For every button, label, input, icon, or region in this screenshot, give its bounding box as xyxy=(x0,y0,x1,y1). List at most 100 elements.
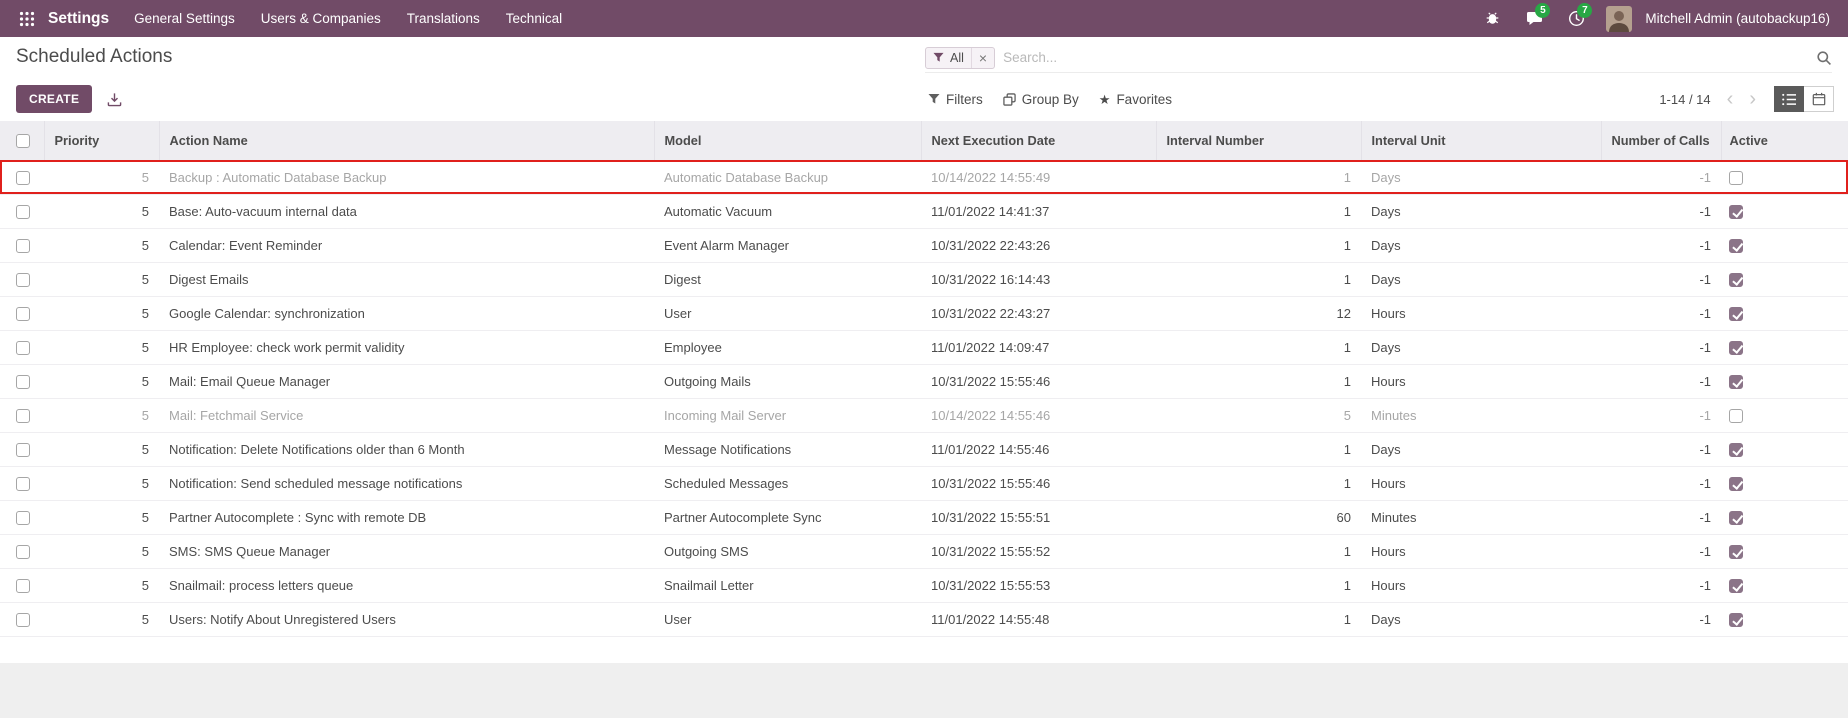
cell-action-name: Notification: Delete Notifications older… xyxy=(159,432,654,466)
pager-counter[interactable]: 1-14 / 14 xyxy=(1659,92,1710,107)
nav-menu-item-technical[interactable]: Technical xyxy=(493,0,575,37)
table-row[interactable]: 5 Snailmail: process letters queue Snail… xyxy=(0,568,1848,602)
table-row[interactable]: 5 Notification: Send scheduled message n… xyxy=(0,466,1848,500)
cell-next-execution-date: 11/01/2022 14:55:46 xyxy=(921,432,1156,466)
select-all-checkbox[interactable] xyxy=(16,134,30,148)
user-menu[interactable]: Mitchell Admin (autobackup16) xyxy=(1638,11,1834,26)
cell-model: Incoming Mail Server xyxy=(654,398,921,432)
row-select-checkbox[interactable] xyxy=(16,579,30,593)
pager-next-icon[interactable]: › xyxy=(1741,88,1764,110)
row-select-checkbox[interactable] xyxy=(16,443,30,457)
cell-number-of-calls: -1 xyxy=(1601,228,1721,262)
user-avatar[interactable] xyxy=(1606,6,1632,32)
active-checkbox xyxy=(1729,341,1743,355)
row-select-checkbox[interactable] xyxy=(16,341,30,355)
list-body: 5 Backup : Automatic Database Backup Aut… xyxy=(0,160,1848,636)
nav-menu-item-translations[interactable]: Translations xyxy=(394,0,493,37)
row-select-checkbox[interactable] xyxy=(16,273,30,287)
cell-model: Message Notifications xyxy=(654,432,921,466)
cell-select xyxy=(0,500,44,534)
table-row[interactable]: 5 Google Calendar: synchronization User … xyxy=(0,296,1848,330)
row-select-checkbox[interactable] xyxy=(16,205,30,219)
export-download-icon[interactable] xyxy=(107,92,122,107)
cell-active xyxy=(1721,330,1848,364)
cell-model: Outgoing SMS xyxy=(654,534,921,568)
activities-clock-icon[interactable]: 7 xyxy=(1558,0,1594,37)
cell-number-of-calls: -1 xyxy=(1601,194,1721,228)
messages-icon[interactable]: 5 xyxy=(1516,0,1552,37)
row-select-checkbox[interactable] xyxy=(16,171,30,185)
cell-interval-unit: Days xyxy=(1361,330,1601,364)
cell-interval-number: 1 xyxy=(1156,194,1361,228)
cell-priority: 5 xyxy=(44,228,159,262)
cell-select xyxy=(0,228,44,262)
cell-priority: 5 xyxy=(44,194,159,228)
cell-action-name: SMS: SMS Queue Manager xyxy=(159,534,654,568)
pager-previous-icon[interactable]: ‹ xyxy=(1719,88,1742,110)
row-select-checkbox[interactable] xyxy=(16,375,30,389)
col-header-interval-unit[interactable]: Interval Unit xyxy=(1361,121,1601,160)
col-header-interval-number[interactable]: Interval Number xyxy=(1156,121,1361,160)
row-select-checkbox[interactable] xyxy=(16,477,30,491)
cell-model: Automatic Vacuum xyxy=(654,194,921,228)
cell-interval-number: 1 xyxy=(1156,466,1361,500)
table-row[interactable]: 5 Calendar: Event Reminder Event Alarm M… xyxy=(0,228,1848,262)
cell-number-of-calls: -1 xyxy=(1601,296,1721,330)
app-name[interactable]: Settings xyxy=(42,0,121,37)
cell-model: User xyxy=(654,602,921,636)
cell-active xyxy=(1721,296,1848,330)
group-by-button[interactable]: Group By xyxy=(1003,92,1079,107)
table-row[interactable]: 5 Digest Emails Digest 10/31/2022 16:14:… xyxy=(0,262,1848,296)
row-select-checkbox[interactable] xyxy=(16,613,30,627)
search-icon[interactable] xyxy=(1816,50,1832,66)
cell-interval-unit: Hours xyxy=(1361,466,1601,500)
table-row[interactable]: 5 Notification: Delete Notifications old… xyxy=(0,432,1848,466)
cell-active xyxy=(1721,602,1848,636)
cell-model: Automatic Database Backup xyxy=(654,160,921,194)
cell-model: User xyxy=(654,296,921,330)
cell-priority: 5 xyxy=(44,602,159,636)
table-row[interactable]: 5 SMS: SMS Queue Manager Outgoing SMS 10… xyxy=(0,534,1848,568)
table-row[interactable]: 5 HR Employee: check work permit validit… xyxy=(0,330,1848,364)
calendar-view-button[interactable] xyxy=(1804,86,1834,112)
cell-model: Partner Autocomplete Sync xyxy=(654,500,921,534)
row-select-checkbox[interactable] xyxy=(16,545,30,559)
col-header-priority[interactable]: Priority xyxy=(44,121,159,160)
cell-interval-number: 60 xyxy=(1156,500,1361,534)
table-row[interactable]: 5 Mail: Email Queue Manager Outgoing Mai… xyxy=(0,364,1848,398)
cell-number-of-calls: -1 xyxy=(1601,398,1721,432)
cell-model: Snailmail Letter xyxy=(654,568,921,602)
search-input[interactable] xyxy=(1003,50,1808,65)
cell-model: Event Alarm Manager xyxy=(654,228,921,262)
filters-button[interactable]: Filters xyxy=(928,92,983,107)
table-row[interactable]: 5 Base: Auto-vacuum internal data Automa… xyxy=(0,194,1848,228)
row-select-checkbox[interactable] xyxy=(16,239,30,253)
active-checkbox xyxy=(1729,409,1743,423)
col-header-number-of-calls[interactable]: Number of Calls xyxy=(1601,121,1721,160)
nav-menu-item-users-companies[interactable]: Users & Companies xyxy=(248,0,394,37)
cell-interval-number: 1 xyxy=(1156,364,1361,398)
col-header-active[interactable]: Active xyxy=(1721,121,1848,160)
active-checkbox xyxy=(1729,579,1743,593)
create-button[interactable]: CREATE xyxy=(16,85,92,113)
row-select-checkbox[interactable] xyxy=(16,307,30,321)
col-header-next-execution-date[interactable]: Next Execution Date xyxy=(921,121,1156,160)
list-view-button[interactable] xyxy=(1774,86,1804,112)
nav-menu-item-general-settings[interactable]: General Settings xyxy=(121,0,248,37)
col-header-model[interactable]: Model xyxy=(654,121,921,160)
favorites-button[interactable]: ★ Favorites xyxy=(1099,92,1172,107)
cell-select xyxy=(0,432,44,466)
row-select-checkbox[interactable] xyxy=(16,409,30,423)
col-header-action-name[interactable]: Action Name xyxy=(159,121,654,160)
cell-select xyxy=(0,296,44,330)
debug-bug-icon[interactable] xyxy=(1474,0,1510,37)
facet-remove-icon[interactable]: × xyxy=(971,48,994,68)
table-row[interactable]: 5 Backup : Automatic Database Backup Aut… xyxy=(0,160,1848,194)
table-row[interactable]: 5 Users: Notify About Unregistered Users… xyxy=(0,602,1848,636)
row-select-checkbox[interactable] xyxy=(16,511,30,525)
cell-interval-unit: Days xyxy=(1361,194,1601,228)
table-row[interactable]: 5 Partner Autocomplete : Sync with remot… xyxy=(0,500,1848,534)
apps-grid-icon[interactable] xyxy=(12,0,42,37)
cell-select xyxy=(0,466,44,500)
table-row[interactable]: 5 Mail: Fetchmail Service Incoming Mail … xyxy=(0,398,1848,432)
